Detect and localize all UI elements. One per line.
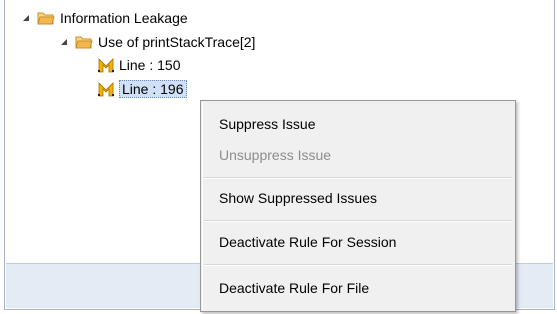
tree-item-category[interactable]: Information Leakage bbox=[21, 8, 188, 28]
menu-item-deactivate-rule-session[interactable]: Deactivate Rule For Session bbox=[219, 230, 396, 254]
expanded-arrow-icon[interactable] bbox=[59, 37, 69, 47]
menu-separator bbox=[204, 220, 512, 222]
menu-separator bbox=[204, 264, 512, 266]
menu-gutter bbox=[202, 102, 203, 310]
folder-icon bbox=[75, 36, 93, 49]
menu-item-suppress-issue[interactable]: Suppress Issue bbox=[219, 112, 316, 136]
menu-item-unsuppress-issue[interactable]: Unsuppress Issue bbox=[219, 143, 331, 167]
menu-separator bbox=[204, 177, 512, 179]
expanded-arrow-icon[interactable] bbox=[21, 13, 31, 23]
tree-item-line-selected[interactable]: Line : 196 bbox=[97, 79, 187, 99]
tree-item-issue[interactable]: Use of printStackTrace[2] bbox=[59, 32, 255, 52]
context-menu: Suppress Issue Unsuppress Issue Show Sup… bbox=[200, 100, 516, 312]
tree-item-label: Line : 196 bbox=[119, 80, 187, 98]
folder-icon bbox=[37, 12, 55, 25]
tree-item-label: Line : 150 bbox=[119, 57, 181, 73]
tree-item-label: Information Leakage bbox=[60, 10, 188, 26]
menu-item-show-suppressed-issues[interactable]: Show Suppressed Issues bbox=[219, 186, 377, 210]
tree-item-label: Use of printStackTrace[2] bbox=[98, 34, 256, 50]
issue-marker-icon bbox=[98, 82, 114, 97]
tree-item-line[interactable]: Line : 150 bbox=[97, 55, 181, 75]
issue-marker-icon bbox=[98, 58, 114, 73]
menu-item-deactivate-rule-file[interactable]: Deactivate Rule For File bbox=[219, 276, 369, 300]
